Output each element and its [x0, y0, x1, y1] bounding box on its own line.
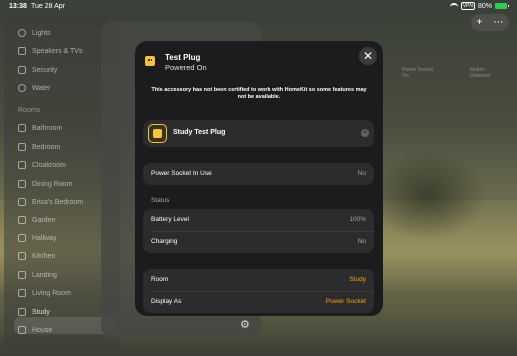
room-icon — [18, 198, 26, 206]
room-label: Hallway — [32, 234, 57, 242]
sidebar-room-house[interactable]: House — [18, 323, 52, 337]
row-value: 100% — [349, 216, 366, 223]
room-label: Study — [32, 308, 50, 316]
gear-icon[interactable]: ⚙ — [240, 318, 250, 331]
sidebar-room-hallway[interactable]: Hallway — [18, 231, 57, 245]
sidebar-room-ericas-bedroom[interactable]: Erica's Bedroom — [18, 195, 83, 209]
room-icon — [18, 180, 26, 188]
sidebar-item-label: Water — [32, 84, 51, 92]
power-card: Power Socket In Use No — [143, 163, 374, 185]
speaker-icon — [18, 47, 26, 55]
room-card: Room Study Display As Power Socket — [143, 269, 374, 313]
sidebar-item-label: Lights — [32, 29, 51, 37]
room-icon — [18, 216, 26, 224]
room-label: Garden — [32, 216, 56, 224]
room-icon — [18, 124, 26, 132]
battery-level-row: Battery Level 100% — [143, 209, 374, 231]
row-label: Display As — [151, 298, 182, 305]
plug-icon — [145, 56, 155, 66]
sidebar-room-bedroom[interactable]: Bedroom — [18, 140, 60, 154]
power-socket-in-use-row: Power Socket In Use No — [143, 163, 374, 185]
status-right: VPN 80% — [449, 2, 509, 10]
sidebar-item-label: Speakers & TVs — [32, 47, 83, 55]
status-date: Tue 28 Apr — [31, 3, 65, 10]
sidebar-room-garden[interactable]: Garden — [18, 213, 55, 227]
room-icon — [18, 271, 26, 279]
lock-icon — [18, 66, 26, 74]
row-value: Study — [349, 276, 366, 283]
room-label: Bedroom — [32, 143, 61, 151]
room-icon — [18, 289, 26, 297]
row-label: Room — [151, 276, 169, 283]
sidebar-item-water[interactable]: Water — [18, 81, 50, 95]
room-icon — [18, 308, 26, 316]
room-label: Landing — [32, 271, 57, 279]
room-label: House — [32, 326, 53, 334]
wifi-icon — [449, 3, 458, 9]
sidebar-room-living-room[interactable]: Living Room — [18, 286, 71, 300]
background-tile-motion: Motion Detected — [470, 67, 490, 79]
sidebar-room-cloakroom[interactable]: Cloakroom — [18, 158, 66, 172]
room-label: Dining Room — [32, 180, 73, 188]
display-as-row[interactable]: Display As Power Socket — [143, 291, 374, 313]
tile-line: Detected — [470, 73, 491, 79]
room-label: Kitchen — [32, 252, 56, 260]
sidebar-room-dining-room[interactable]: Dining Room — [18, 177, 72, 191]
plug-tile-icon — [148, 124, 167, 143]
sidebar-item-security[interactable]: Security — [18, 63, 57, 77]
room-label: Erica's Bedroom — [32, 198, 84, 206]
modal-subtitle: Powered On — [165, 63, 207, 72]
status-card: Battery Level 100% Charging No — [143, 209, 374, 253]
sidebar-item-label: Security — [32, 66, 58, 74]
accessory-detail-modal: Test Plug Powered On ✕ This accessory ha… — [135, 41, 383, 316]
battery-percent: 80% — [477, 2, 492, 10]
add-button[interactable]: + — [477, 17, 483, 28]
certification-warning: This accessory has not been certified to… — [151, 87, 367, 100]
room-icon — [18, 143, 26, 151]
toolbar-buttons: + ⋯ — [471, 14, 509, 31]
charging-row: Charging No — [143, 231, 374, 253]
room-icon — [18, 161, 26, 169]
rooms-header: Rooms — [18, 107, 41, 114]
accessory-tile[interactable]: Study Test Plug ✕ — [143, 120, 374, 147]
sidebar-room-landing[interactable]: Landing — [18, 268, 57, 282]
sidebar-item-speakers[interactable]: Speakers & TVs — [18, 44, 82, 58]
close-button[interactable]: ✕ — [359, 47, 377, 65]
lightbulb-icon — [18, 29, 26, 37]
row-label: Charging — [151, 238, 178, 245]
background-tree — [367, 150, 487, 240]
room-label: Bathroom — [32, 124, 63, 132]
sidebar-room-study[interactable]: Study — [18, 305, 50, 319]
water-drop-icon — [18, 84, 26, 92]
room-icon — [18, 252, 26, 260]
sidebar-room-kitchen[interactable]: Kitchen — [18, 249, 55, 263]
background-tile-power-socket: Power Socket On — [402, 67, 433, 79]
row-value: No — [357, 170, 366, 177]
house-icon — [18, 326, 26, 334]
row-label: Power Socket In Use — [151, 170, 212, 177]
accessory-name: Study Test Plug — [173, 129, 226, 136]
status-header: Status — [151, 197, 170, 204]
row-label: Battery Level — [151, 216, 189, 223]
sidebar-item-lights[interactable]: Lights — [18, 26, 51, 40]
battery-icon — [495, 3, 509, 9]
more-button[interactable]: ⋯ — [493, 17, 503, 28]
sidebar-room-bathroom[interactable]: Bathroom — [18, 121, 62, 135]
vpn-badge: VPN — [460, 2, 475, 10]
clear-icon[interactable]: ✕ — [361, 129, 369, 137]
room-icon — [18, 234, 26, 242]
room-row[interactable]: Room Study — [143, 269, 374, 291]
row-value: No — [357, 238, 366, 245]
room-label: Cloakroom — [32, 161, 66, 169]
status-bar: 13:38 Tue 28 Apr VPN 80% — [0, 0, 517, 14]
room-label: Living Room — [32, 289, 71, 297]
row-value: Power Socket — [325, 298, 366, 305]
tile-line: On — [402, 73, 409, 79]
modal-title: Test Plug — [165, 53, 201, 62]
status-time: 13:38 — [9, 3, 27, 10]
